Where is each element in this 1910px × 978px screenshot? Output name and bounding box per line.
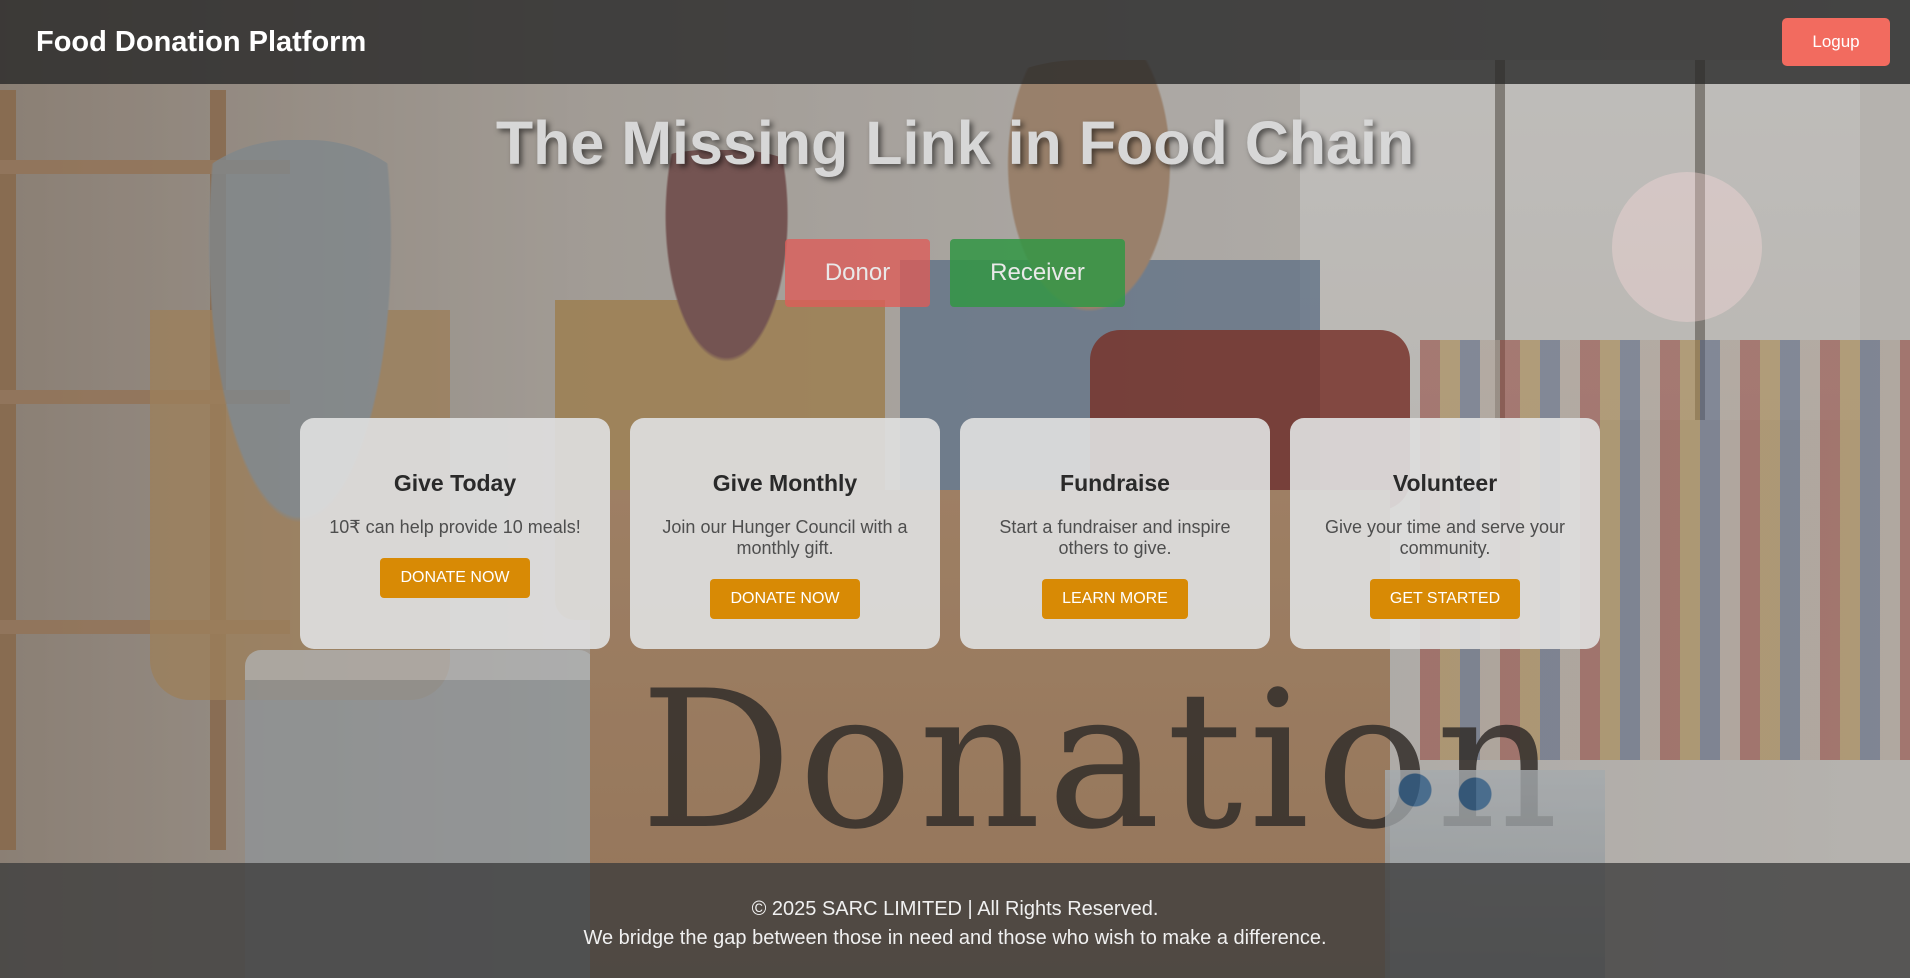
card-description: Join our Hunger Council with a monthly g… <box>662 517 908 558</box>
receiver-button[interactable]: Receiver <box>950 239 1125 307</box>
top-navbar: Food Donation Platform Logup <box>0 0 1910 84</box>
donor-button[interactable]: Donor <box>785 239 930 307</box>
donate-monthly-button[interactable]: DONATE NOW <box>710 579 860 619</box>
role-selector: Donor Receiver <box>0 239 1910 307</box>
card-give-monthly: Give Monthly Join our Hunger Council wit… <box>630 418 940 649</box>
card-description: Give your time and serve your community. <box>1324 517 1566 558</box>
donate-now-button[interactable]: DONATE NOW <box>380 558 530 598</box>
logout-button[interactable]: Logup <box>1782 18 1890 66</box>
brand-title: Food Donation Platform <box>36 25 367 58</box>
card-description: 10₹ can help provide 10 meals! <box>329 517 581 537</box>
card-title: Give Monthly <box>712 470 858 496</box>
page-footer: © 2025 SARC LIMITED | All Rights Reserve… <box>0 863 1910 978</box>
footer-tagline: We bridge the gap between those in need … <box>583 927 1327 949</box>
card-title: Fundraise <box>1060 470 1170 496</box>
learn-more-button[interactable]: LEARN MORE <box>1042 579 1188 619</box>
action-cards: Give Today 10₹ can help provide 10 meals… <box>300 418 1600 649</box>
get-started-button[interactable]: GET STARTED <box>1369 579 1521 619</box>
hero-title: The Missing Link in Food Chain <box>495 109 1415 177</box>
card-description: Start a fundraiser and inspire others to… <box>999 517 1231 558</box>
card-volunteer: Volunteer Give your time and serve your … <box>1290 418 1600 649</box>
card-title: Volunteer <box>1392 470 1498 496</box>
footer-copyright: © 2025 SARC LIMITED | All Rights Reserve… <box>751 898 1159 920</box>
card-fundraise: Fundraise Start a fundraiser and inspire… <box>960 418 1270 649</box>
card-give-today: Give Today 10₹ can help provide 10 meals… <box>300 418 610 649</box>
card-title: Give Today <box>393 470 517 496</box>
